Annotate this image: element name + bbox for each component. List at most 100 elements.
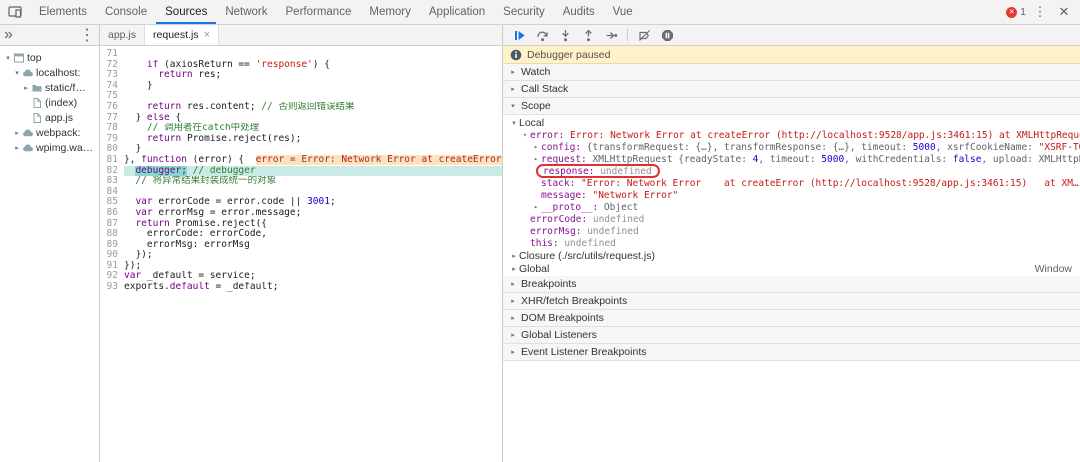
scope-var-response[interactable]: response: undefined	[503, 165, 1080, 177]
scope-section-global[interactable]: ▸GlobalWindow	[503, 262, 1080, 275]
code-line-72[interactable]: 72 if (axiosReturn == 'response') {	[100, 60, 502, 71]
step-out-icon[interactable]	[581, 28, 595, 42]
close-tab-icon[interactable]: ×	[204, 25, 210, 45]
tree-item-top[interactable]: ▾top	[0, 50, 99, 65]
code-line-91[interactable]: 91});	[100, 261, 502, 272]
chevron-down-icon[interactable]: ▾	[12, 69, 22, 77]
tab-application[interactable]: Application	[420, 0, 494, 24]
chevron-right-icon[interactable]: ▸	[509, 265, 519, 273]
chevron-right-icon[interactable]: ▸	[12, 129, 22, 137]
deactivate-breakpoints-icon[interactable]	[637, 28, 651, 42]
scope-section-local[interactable]: ▾Local	[503, 116, 1080, 129]
editor-pane: app.jsrequest.js× 7172 if (axiosReturn =…	[100, 25, 503, 462]
code-line-88[interactable]: 88 errorCode: errorCode,	[100, 229, 502, 240]
chevron-right-icon[interactable]: ▸	[509, 252, 519, 260]
section-dom-breakpoints[interactable]: ▸DOM Breakpoints	[503, 310, 1080, 327]
scope-key-value: error: Error: Network Error at createErr…	[530, 130, 1080, 141]
line-number[interactable]: 71	[100, 49, 124, 60]
navigator-menu-icon[interactable]: ⋮	[79, 25, 95, 45]
tab-console[interactable]: Console	[96, 0, 156, 24]
code-line-93[interactable]: 93exports.default = _default;	[100, 282, 502, 293]
code-line-74[interactable]: 74 }	[100, 81, 502, 92]
code-line-92[interactable]: 92var _default = service;	[100, 271, 502, 282]
tree-item-label: app.js	[45, 112, 73, 124]
scope-var-stack[interactable]: stack: "Error: Network Error at createEr…	[503, 177, 1080, 189]
tree-item-wpimg-wa[interactable]: ▸wpimg.wa…	[0, 140, 99, 155]
chevron-right-icon[interactable]: ▸	[531, 203, 541, 211]
scope-var-this[interactable]: this: undefined	[503, 237, 1080, 249]
line-number[interactable]: 93	[100, 282, 124, 293]
code-line-78[interactable]: 78 // 调用者在catch中处理	[100, 123, 502, 134]
section-event-listener-breakpoints[interactable]: ▸Event Listener Breakpoints	[503, 344, 1080, 361]
scope-section-closure-src-utils-request-js[interactable]: ▸Closure (./src/utils/request.js)	[503, 249, 1080, 262]
tab-sources[interactable]: Sources	[156, 0, 216, 24]
line-number[interactable]: 76	[100, 102, 124, 113]
code-line-77[interactable]: 77 } else {	[100, 113, 502, 124]
editor-tab-request-js[interactable]: request.js×	[145, 25, 219, 45]
section-breakpoints[interactable]: ▸Breakpoints	[503, 276, 1080, 293]
code-line-76[interactable]: 76 return res.content; // 否则返回错误结果	[100, 102, 502, 113]
chevron-right-icon[interactable]: ▸	[531, 143, 541, 151]
scope-var-proto[interactable]: ▸__proto__: Object	[503, 201, 1080, 213]
code-line-82[interactable]: 82 debugger; // debugger	[100, 166, 502, 177]
debugger-sections: ▸Watch▸Call Stack▾Scope▾Local▾error: Err…	[503, 64, 1080, 361]
more-tabs-icon[interactable]: »	[4, 26, 13, 44]
code-line-87[interactable]: 87 return Promise.reject({	[100, 219, 502, 230]
error-count-badge[interactable]: ✕ 1	[1006, 6, 1026, 18]
code-line-80[interactable]: 80 }	[100, 144, 502, 155]
chevron-right-icon[interactable]: ▸	[531, 155, 541, 163]
code-line-79[interactable]: 79 return Promise.reject(res);	[100, 134, 502, 145]
code-token: return	[158, 70, 192, 80]
tab-vue[interactable]: Vue	[604, 0, 642, 24]
step-into-icon[interactable]	[558, 28, 572, 42]
code-line-71[interactable]: 71	[100, 49, 502, 60]
tree-item-label: static/f…	[45, 82, 86, 94]
code-line-86[interactable]: 86 var errorMsg = error.message;	[100, 208, 502, 219]
pause-on-exceptions-icon[interactable]	[660, 28, 674, 42]
tab-elements[interactable]: Elements	[30, 0, 96, 24]
code-line-73[interactable]: 73 return res;	[100, 70, 502, 81]
scope-var-errormsg[interactable]: errorMsg: undefined	[503, 225, 1080, 237]
tab-performance[interactable]: Performance	[277, 0, 361, 24]
scope-var-error[interactable]: ▾error: Error: Network Error at createEr…	[503, 129, 1080, 141]
chevron-down-icon[interactable]: ▾	[509, 119, 519, 127]
step-icon[interactable]	[604, 28, 618, 42]
scope-var-config[interactable]: ▸config: {transformRequest: {…}, transfo…	[503, 141, 1080, 153]
section-call-stack[interactable]: ▸Call Stack	[503, 81, 1080, 98]
chevron-down-icon[interactable]: ▾	[520, 131, 530, 139]
tree-item-static-f[interactable]: ▸ static/f…	[0, 80, 99, 95]
code-line-81[interactable]: 81}, function (error) { error = Error: N…	[100, 155, 502, 166]
tree-item-webpack[interactable]: ▸webpack:	[0, 125, 99, 140]
section-xhr-fetch-breakpoints[interactable]: ▸XHR/fetch Breakpoints	[503, 293, 1080, 310]
tree-item-index[interactable]: (index)	[0, 95, 99, 110]
section-scope[interactable]: ▾Scope	[503, 98, 1080, 115]
scope-var-message[interactable]: message: "Network Error"	[503, 189, 1080, 201]
line-number[interactable]: 86	[100, 208, 124, 219]
line-number[interactable]: 81	[100, 155, 124, 166]
code-line-90[interactable]: 90 });	[100, 250, 502, 261]
code-editor[interactable]: 7172 if (axiosReturn == 'response') {73 …	[100, 46, 502, 462]
code-line-84[interactable]: 84	[100, 187, 502, 198]
tab-security[interactable]: Security	[494, 0, 554, 24]
chevron-down-icon[interactable]: ▾	[3, 54, 13, 62]
close-devtools-icon[interactable]: ✕	[1054, 4, 1074, 20]
tab-network[interactable]: Network	[216, 0, 276, 24]
section-watch[interactable]: ▸Watch	[503, 64, 1080, 81]
devtools-menu-icon[interactable]: ⋮	[1030, 4, 1050, 20]
scope-var-errorcode[interactable]: errorCode: undefined	[503, 213, 1080, 225]
tree-item-app-js[interactable]: app.js	[0, 110, 99, 125]
code-line-83[interactable]: 83 // 将异常结果封装成统一的对象	[100, 176, 502, 187]
tree-item-localhost[interactable]: ▾localhost:	[0, 65, 99, 80]
code-line-89[interactable]: 89 errorMsg: errorMsg	[100, 240, 502, 251]
section-global-listeners[interactable]: ▸Global Listeners	[503, 327, 1080, 344]
chevron-right-icon[interactable]: ▸	[12, 144, 22, 152]
editor-tab-app-js[interactable]: app.js	[100, 25, 145, 45]
resume-icon[interactable]	[512, 28, 526, 42]
tab-memory[interactable]: Memory	[360, 0, 420, 24]
step-over-icon[interactable]	[535, 28, 549, 42]
chevron-right-icon[interactable]: ▸	[21, 84, 31, 92]
device-toolbar-icon[interactable]	[0, 6, 30, 18]
code-line-85[interactable]: 85 var errorCode = error.code || 3001;	[100, 197, 502, 208]
code-line-75[interactable]: 75	[100, 91, 502, 102]
tab-audits[interactable]: Audits	[554, 0, 604, 24]
